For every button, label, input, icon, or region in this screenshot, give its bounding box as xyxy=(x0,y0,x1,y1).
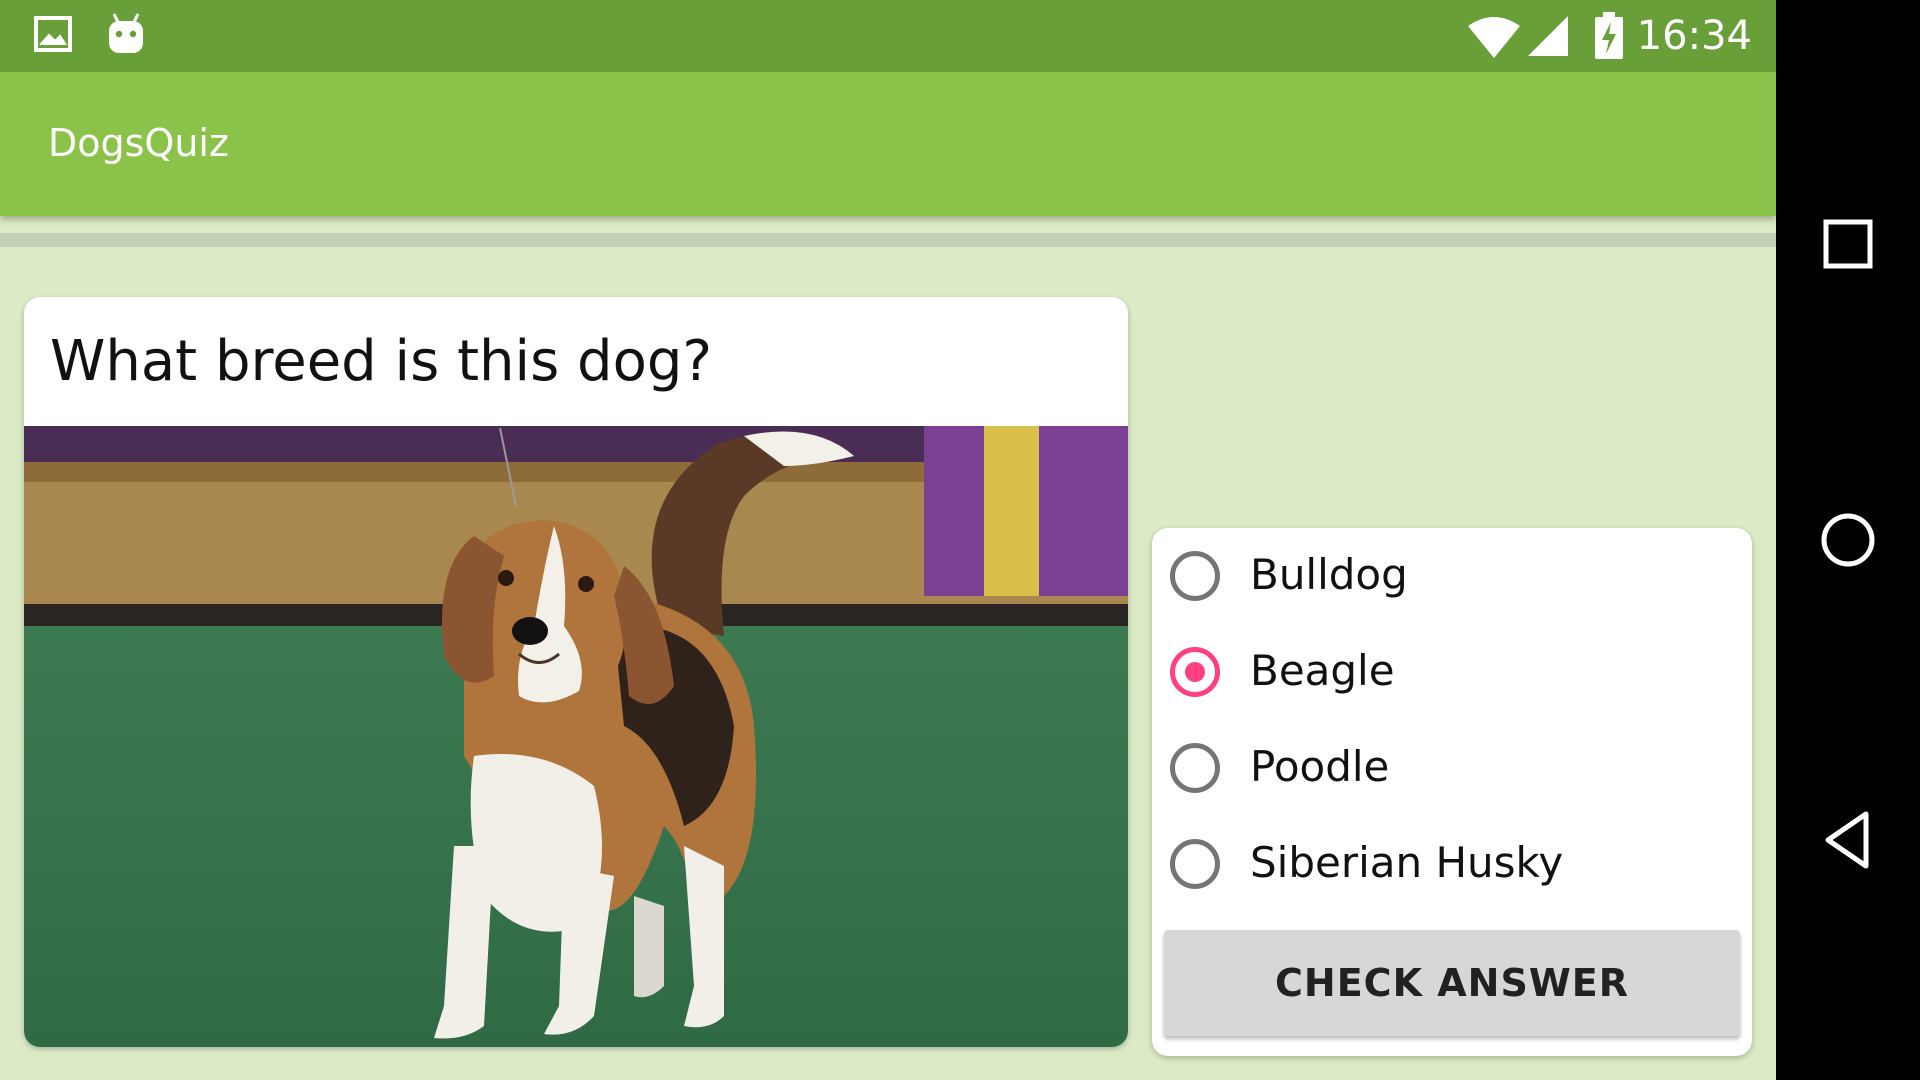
battery-charging-icon xyxy=(1594,12,1624,64)
radio-button-beagle[interactable] xyxy=(1170,647,1220,697)
radio-label-bulldog: Bulldog xyxy=(1250,550,1408,599)
image-icon xyxy=(34,16,74,58)
radio-label-siberian-husky: Siberian Husky xyxy=(1250,838,1564,887)
navigation-bar xyxy=(1776,0,1920,1080)
status-time: 16:34 xyxy=(1636,13,1752,59)
question-text: What breed is this dog? xyxy=(50,329,713,394)
beagle-dog-photo xyxy=(24,426,1128,1047)
radio-button-poodle[interactable] xyxy=(1170,743,1220,793)
app-bar: DogsQuiz xyxy=(0,72,1776,216)
radio-button-siberian-husky[interactable] xyxy=(1170,839,1220,889)
app-title: DogsQuiz xyxy=(48,121,229,165)
back-icon[interactable] xyxy=(1818,810,1878,874)
radio-selected-dot xyxy=(1185,662,1205,682)
divider-strip xyxy=(0,233,1776,247)
home-icon[interactable] xyxy=(1818,510,1878,574)
radio-label-poodle: Poodle xyxy=(1250,742,1390,791)
radio-option-beagle[interactable]: Beagle xyxy=(1170,633,1740,713)
check-answer-button[interactable]: CHECK ANSWER xyxy=(1164,930,1740,1036)
radio-option-poodle[interactable]: Poodle xyxy=(1170,729,1740,809)
signal-icon xyxy=(1526,14,1570,62)
radio-label-beagle: Beagle xyxy=(1250,646,1395,695)
radio-option-bulldog[interactable]: Bulldog xyxy=(1170,537,1740,617)
android-icon xyxy=(106,12,146,60)
recents-icon[interactable] xyxy=(1818,214,1878,278)
radio-button-bulldog[interactable] xyxy=(1170,551,1220,601)
radio-option-siberian-husky[interactable]: Siberian Husky xyxy=(1170,825,1740,905)
question-card: What breed is this dog? xyxy=(24,297,1128,1047)
status-bar: 16:34 xyxy=(0,0,1776,72)
wifi-icon xyxy=(1466,14,1522,62)
